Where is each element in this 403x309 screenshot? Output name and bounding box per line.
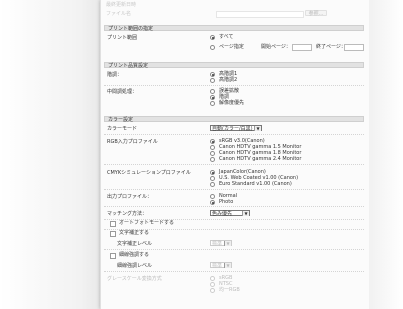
radio-cmyk-3-label: Euro Standard v1.00 (Canon) [219,181,292,187]
quality-header: プリント品質設定 [104,62,364,69]
left-backdrop [0,0,100,309]
matching-select[interactable]: 色み優先 ▼ [210,210,250,217]
matching-value: 色み優先 [212,211,233,217]
text-level-label: 文字補正レベル [117,241,153,247]
halftone-label: 中間調処理： [107,89,138,95]
radio-halftone-2[interactable] [210,95,215,100]
color-mode-label: カラーモード [107,126,138,132]
browse-button[interactable]: 参照... [305,10,327,17]
file-name-label: ファイル名 [106,11,132,17]
radio-output-photo-label: Photo [219,199,234,205]
auto-photo-label: オートフォトモードする [119,220,175,226]
radio-page-range[interactable] [210,45,215,50]
file-name-input[interactable] [216,11,304,18]
chevron-down-icon: ▼ [224,263,231,268]
divider [104,85,364,86]
radio-output-normal[interactable] [210,194,215,199]
matching-label: マッチング方法： [107,211,148,217]
end-page-input[interactable] [344,44,364,51]
radio-rgb-4-label: Canon HDTV gamma 2.4 Monitor [219,156,302,162]
radio-gray-3-label: 均一RGB [219,287,240,293]
cmyk-profile-label: CMYKシミュレーションプロファイル [107,170,191,176]
radio-output-photo[interactable] [210,200,215,205]
radio-halftone-3-label: 解像度優先 [219,100,245,106]
fine-line-label: 細線強調する [119,252,150,258]
fine-level-select[interactable]: 標準 ▼ [210,262,232,269]
print-range-label: プリント範囲 [107,35,138,41]
color-mode-select[interactable]: 自動(カラー/白黒) ▼ [210,125,262,132]
radio-rgb-3[interactable] [210,151,215,156]
radio-rgb-2[interactable] [210,145,215,150]
fine-line-checkbox[interactable] [110,253,116,259]
radio-all-pages-label: すべて [219,34,234,40]
text-enhance-label: 文字補正する [119,230,150,236]
divider [104,189,364,190]
end-page-label: 終了ページ： [316,44,346,50]
rgb-profile-label: RGB入力プロファイル [107,139,158,145]
divider [104,134,364,135]
radio-cmyk-1[interactable] [210,170,215,175]
radio-gray-3[interactable] [210,288,215,293]
radio-rgb-1[interactable] [210,139,215,144]
divider [104,271,364,272]
fine-level-value: 標準 [212,263,223,269]
start-page-input[interactable] [292,44,312,51]
chevron-down-icon: ▼ [254,126,261,131]
radio-gray-1[interactable] [210,276,215,281]
start-page-label: 開始ページ： [261,44,291,50]
radio-halftone-3[interactable] [210,101,215,106]
color-header: カラー設定 [104,116,364,123]
last-modified-label: 最終更新日時 [106,2,137,8]
auto-photo-checkbox[interactable] [110,221,116,227]
text-level-value: 標準 [212,241,223,247]
chevron-down-icon: ▼ [242,211,249,216]
fine-level-label: 細線強調レベル [117,263,153,269]
radio-cmyk-3[interactable] [210,182,215,187]
divider [104,164,364,165]
radio-all-pages[interactable] [210,35,215,40]
divider [104,206,364,207]
grayscale-label: グレースケール変換方式 [107,276,162,282]
radio-gradation-1[interactable] [210,72,215,77]
chevron-down-icon: ▼ [224,241,231,246]
gradation-label: 階調： [107,72,123,78]
right-backdrop [369,0,403,309]
radio-gradation-2[interactable] [210,78,215,83]
text-level-select[interactable]: 標準 ▼ [210,240,232,247]
radio-gray-2[interactable] [210,282,215,287]
radio-halftone-1[interactable] [210,89,215,94]
divider [104,249,364,250]
radio-gradation-2-label: 高階調2 [219,77,238,83]
color-mode-value: 自動(カラー/白黒) [212,126,253,132]
radio-cmyk-2[interactable] [210,176,215,181]
output-profile-label: 出力プロファイル： [107,194,153,200]
print-range-header: プリント範囲の指定 [104,25,364,32]
radio-rgb-4[interactable] [210,157,215,162]
text-enhance-checkbox[interactable] [110,231,116,237]
radio-page-range-label: ページ指定 [219,44,244,50]
